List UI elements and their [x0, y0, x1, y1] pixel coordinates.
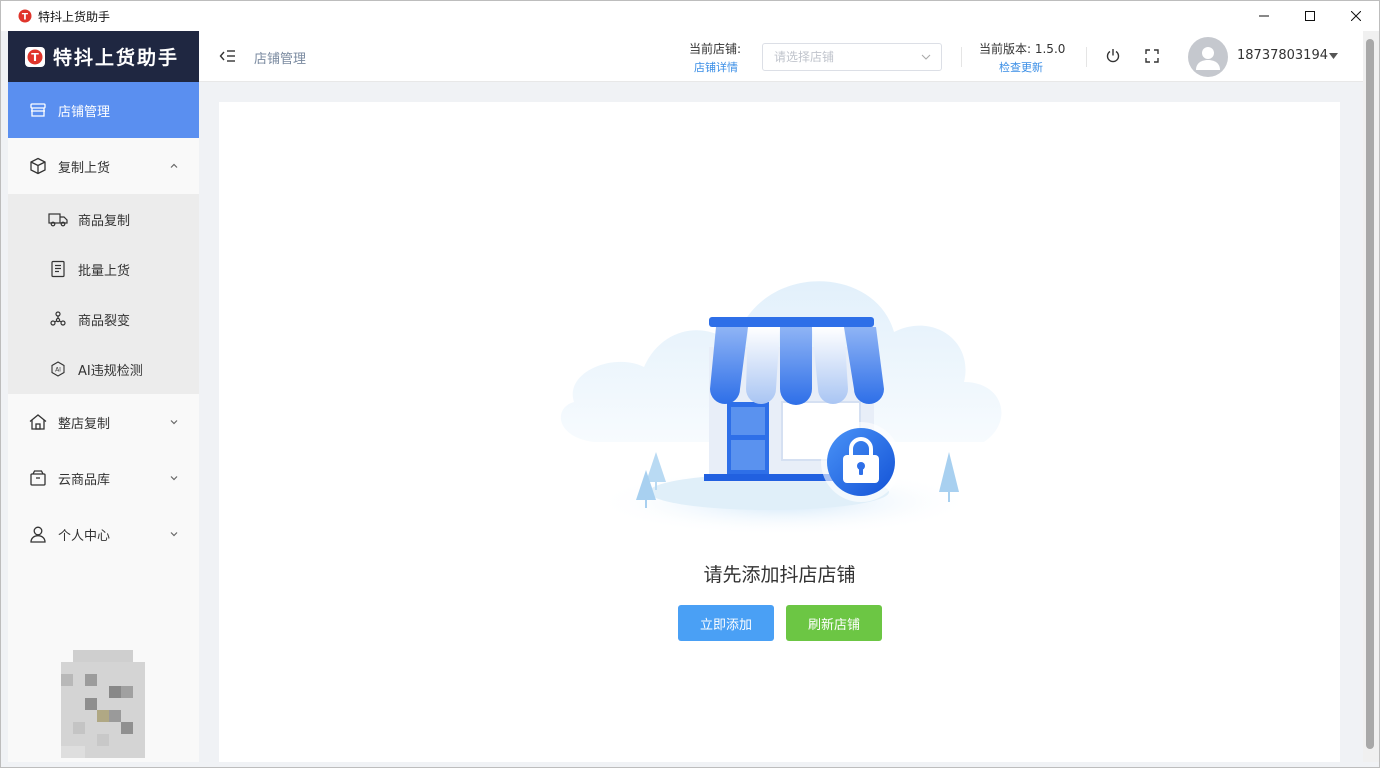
truck-icon: [48, 209, 68, 229]
home-icon: [28, 412, 48, 432]
header-divider: [961, 47, 962, 67]
document-list-icon: [48, 259, 68, 279]
store-detail-link[interactable]: 店铺详情: [694, 59, 738, 75]
window-controls: [1241, 1, 1379, 31]
package-icon: [28, 468, 48, 488]
sidebar-item-label: AI违规检测: [78, 363, 143, 379]
submenu-copy-listing: 商品复制 批量上货 商品裂变 AI AI违规检测: [8, 194, 199, 394]
svg-text:AI: AI: [55, 367, 61, 374]
add-store-button[interactable]: 立即添加: [678, 605, 774, 641]
chevron-down-icon: [170, 420, 178, 425]
brand-header: T 特抖上货助手: [8, 31, 199, 82]
chevron-down-icon: [170, 532, 178, 537]
chevron-down-icon: [170, 476, 178, 481]
sidebar: T 特抖上货助手 店铺管理 复制上货 商品复制 批量上货 商品裂变 AI AI违…: [8, 31, 199, 762]
header-divider: [1086, 47, 1087, 67]
sidebar-item-cloud-product-library[interactable]: 云商品库: [8, 450, 199, 506]
app-logo-icon: T: [18, 9, 32, 23]
scrollbar-thumb[interactable]: [1366, 39, 1374, 749]
user-avatar-icon: [1196, 47, 1220, 70]
collapse-sidebar-icon[interactable]: [219, 48, 237, 64]
sidebar-item-shop-copy[interactable]: 整店复制: [8, 394, 199, 450]
sidebar-item-personal-center[interactable]: 个人中心: [8, 506, 199, 562]
refresh-store-button[interactable]: 刷新店铺: [786, 605, 882, 641]
sidebar-item-label: 复制上货: [58, 160, 111, 176]
sidebar-item-product-fission[interactable]: 商品裂变: [8, 294, 199, 344]
empty-state-message: 请先添加抖店店铺: [703, 564, 856, 586]
close-icon: [1351, 11, 1361, 21]
chevron-down-icon: [921, 54, 931, 60]
minimize-icon: [1259, 15, 1269, 17]
network-icon: [48, 309, 68, 329]
chevron-up-icon: [170, 163, 178, 168]
power-icon[interactable]: [1105, 48, 1121, 64]
maximize-icon: [1305, 11, 1315, 21]
box-icon: [28, 156, 48, 176]
scrollbar[interactable]: [1363, 31, 1379, 762]
minimize-button[interactable]: [1241, 1, 1287, 31]
store-select-input[interactable]: [763, 44, 913, 70]
ai-icon: AI: [48, 359, 68, 379]
check-update-link[interactable]: 检查更新: [999, 59, 1043, 75]
version-label: 当前版本: 1.5.0: [979, 42, 1066, 56]
app-window: T 特抖上货助手 T 特抖上货助手 店铺管理 复制上货 商品复制 批量上货 商品…: [0, 0, 1380, 768]
maximize-button[interactable]: [1287, 1, 1333, 31]
current-store-label: 当前店铺:: [689, 42, 742, 56]
sidebar-item-label: 商品复制: [78, 213, 131, 229]
svg-text:T: T: [31, 51, 39, 64]
locked-store-illustration: [560, 281, 1002, 536]
user-icon: [28, 524, 48, 544]
close-window-button[interactable]: [1333, 1, 1379, 31]
svg-text:T: T: [22, 13, 29, 23]
store-icon: [28, 100, 48, 120]
store-select[interactable]: [762, 43, 942, 71]
sidebar-item-label: 批量上货: [78, 263, 131, 279]
qr-code-image: [61, 650, 145, 758]
top-header: 店铺管理 当前店铺: 店铺详情 当前版本: 1.5.0 检查更新 1873780…: [199, 31, 1363, 82]
sidebar-item-label: 云商品库: [58, 472, 111, 488]
fullscreen-icon[interactable]: [1144, 48, 1160, 64]
sidebar-item-label: 整店复制: [58, 416, 111, 432]
title-bar: T 特抖上货助手: [1, 1, 1379, 31]
breadcrumb[interactable]: 店铺管理: [254, 48, 306, 67]
username[interactable]: 18737803194: [1237, 48, 1328, 63]
avatar[interactable]: [1188, 37, 1228, 77]
caret-down-icon[interactable]: [1329, 53, 1338, 59]
sidebar-item-batch-listing[interactable]: 批量上货: [8, 244, 199, 294]
sidebar-item-product-copy[interactable]: 商品复制: [8, 194, 199, 244]
window-title: 特抖上货助手: [38, 9, 111, 24]
sidebar-item-ai-violation-check[interactable]: AI AI违规检测: [8, 344, 199, 394]
sidebar-item-copy-listing[interactable]: 复制上货: [8, 138, 199, 194]
brand-logo-icon: T: [25, 46, 45, 67]
brand-name: 特抖上货助手: [53, 47, 180, 69]
sidebar-item-label: 商品裂变: [78, 313, 131, 329]
sidebar-item-label: 个人中心: [58, 528, 111, 544]
sidebar-item-store-management[interactable]: 店铺管理: [8, 82, 199, 138]
sidebar-item-label: 店铺管理: [58, 104, 111, 120]
main-content-card: 请先添加抖店店铺 立即添加 刷新店铺: [219, 102, 1340, 762]
